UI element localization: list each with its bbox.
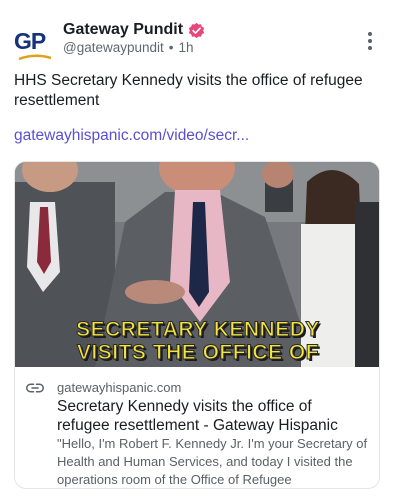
author-name[interactable]: Gateway Pundit (63, 21, 183, 39)
post-link[interactable]: gatewayhispanic.com/video/secr... (14, 127, 249, 145)
logo-swoosh-icon (18, 54, 52, 61)
image-caption-line2: VISITS THE OFFICE OF (76, 341, 320, 365)
author-avatar[interactable]: GP (14, 26, 54, 62)
link-icon (26, 383, 44, 393)
author-meta: @gatewaypundit • 1h (63, 40, 194, 55)
link-description: "Hello, I'm Robert F. Kennedy Jr. I'm yo… (57, 436, 368, 487)
more-options-icon[interactable] (362, 30, 378, 52)
link-domain: gatewayhispanic.com (57, 380, 182, 395)
link-preview-card[interactable]: SECRETARY KENNEDY VISITS THE OFFICE OF g… (14, 161, 380, 489)
meta-separator: • (168, 40, 174, 55)
author-handle[interactable]: @gatewaypundit (63, 40, 164, 55)
verified-badge-icon (188, 22, 205, 38)
avatar-logo-text: GP (14, 28, 46, 54)
link-preview-image[interactable]: SECRETARY KENNEDY VISITS THE OFFICE OF (15, 162, 379, 367)
author-name-row: Gateway Pundit (63, 20, 205, 40)
image-caption-line1: SECRETARY KENNEDY (76, 318, 320, 342)
post-timestamp[interactable]: 1h (179, 40, 194, 55)
link-preview-body[interactable]: gatewayhispanic.com Secretary Kennedy vi… (15, 367, 379, 488)
link-title[interactable]: Secretary Kennedy visits the office of r… (57, 397, 367, 435)
post-body-text: HHS Secretary Kennedy visits the office … (14, 72, 363, 109)
post-card: GP Gateway Pundit @gatewaypundit • 1h HH… (0, 0, 395, 500)
